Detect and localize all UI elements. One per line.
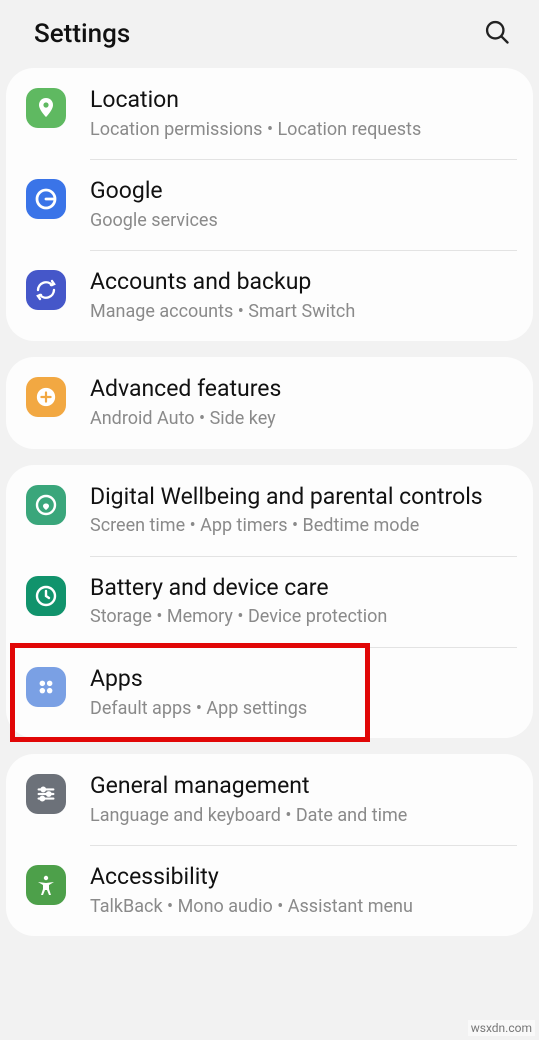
apps-icon	[26, 667, 66, 707]
item-text: Apps Default apps • App settings	[90, 665, 517, 720]
settings-group: Advanced features Android Auto • Side key	[6, 357, 533, 448]
settings-group: General management Language and keyboard …	[6, 754, 533, 936]
settings-item-location[interactable]: Location Location permissions • Location …	[6, 68, 533, 159]
item-text: Accounts and backup Manage accounts • Sma…	[90, 268, 517, 323]
settings-item-accounts[interactable]: Accounts and backup Manage accounts • Sma…	[6, 250, 533, 341]
header: Settings	[0, 0, 539, 68]
page-title: Settings	[34, 19, 130, 49]
settings-item-battery[interactable]: Battery and device careStorage • Memory …	[6, 556, 533, 647]
settings-item-advanced[interactable]: Advanced features Android Auto • Side key	[6, 357, 533, 448]
item-subtitle: Location permissions • Location requests	[90, 118, 517, 141]
item-subtitle: Google services	[90, 209, 517, 232]
settings-group: Digital Wellbeing and parental controlsS…	[6, 465, 533, 738]
item-text: General management Language and keyboard …	[90, 772, 517, 827]
accessibility-icon	[26, 865, 66, 905]
search-icon	[483, 18, 511, 46]
settings-item-apps[interactable]: Apps Default apps • App settings	[6, 647, 533, 738]
item-title: Location	[90, 86, 517, 115]
item-subtitle: Storage • Memory • Device protection	[90, 605, 517, 628]
item-title: Accessibility	[90, 863, 517, 892]
item-subtitle: Manage accounts • Smart Switch	[90, 300, 517, 323]
care-icon	[26, 576, 66, 616]
item-text: Location Location permissions • Location …	[90, 86, 517, 141]
item-title: General management	[90, 772, 517, 801]
item-subtitle: Language and keyboard • Date and time	[90, 804, 517, 827]
item-subtitle: Screen time • App timers • Bedtime mode	[90, 514, 517, 537]
item-text: Accessibility TalkBack • Mono audio • Ass…	[90, 863, 517, 918]
item-title: Digital Wellbeing and parental controls	[90, 483, 517, 512]
item-subtitle: Android Auto • Side key	[90, 407, 517, 430]
item-text: Digital Wellbeing and parental controlsS…	[90, 483, 517, 538]
item-title: Apps	[90, 665, 517, 694]
gear-plus-icon	[26, 377, 66, 417]
location-icon	[26, 88, 66, 128]
watermark: wsxdn.com	[468, 1020, 535, 1036]
item-title: Advanced features	[90, 375, 517, 404]
item-subtitle: Default apps • App settings	[90, 697, 517, 720]
wellbeing-icon	[26, 485, 66, 525]
sync-icon	[26, 270, 66, 310]
settings-item-google[interactable]: Google Google services	[6, 159, 533, 250]
settings-item-accessibility[interactable]: Accessibility TalkBack • Mono audio • Ass…	[6, 845, 533, 936]
google-icon	[26, 179, 66, 219]
item-title: Battery and device care	[90, 574, 517, 603]
item-text: Advanced features Android Auto • Side key	[90, 375, 517, 430]
settings-item-digital-wellbeing[interactable]: Digital Wellbeing and parental controlsS…	[6, 465, 533, 556]
sliders-icon	[26, 774, 66, 814]
item-title: Google	[90, 177, 517, 206]
settings-group: Location Location permissions • Location …	[6, 68, 533, 341]
item-subtitle: TalkBack • Mono audio • Assistant menu	[90, 895, 517, 918]
search-button[interactable]	[483, 18, 511, 50]
item-title: Accounts and backup	[90, 268, 517, 297]
settings-item-general[interactable]: General management Language and keyboard …	[6, 754, 533, 845]
item-text: Battery and device careStorage • Memory …	[90, 574, 517, 629]
item-text: Google Google services	[90, 177, 517, 232]
